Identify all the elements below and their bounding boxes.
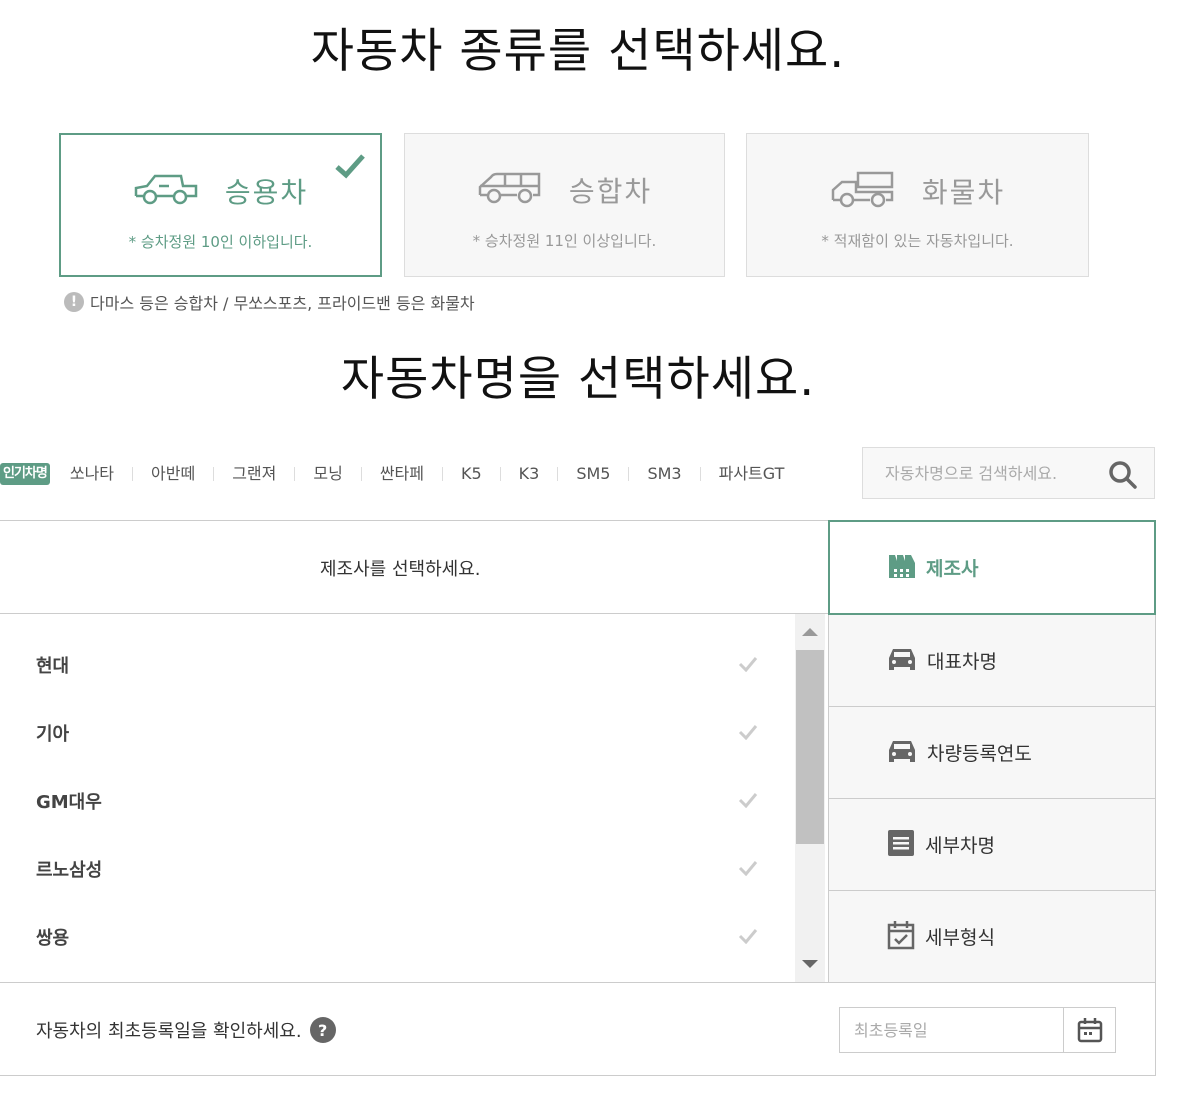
scroll-up-arrow-icon[interactable] — [802, 628, 818, 636]
step-label: 세부차명 — [925, 835, 995, 857]
popular-badge: 인기차명 — [0, 463, 50, 485]
maker-item[interactable]: 현대 — [36, 652, 69, 678]
calendar-check-icon — [887, 920, 915, 954]
maker-list-scrollbar[interactable] — [795, 614, 825, 982]
car-type-notice: ! 다마스 등은 승합차 / 무쏘스포츠, 프라이드밴 등은 화물차 — [64, 290, 475, 314]
maker-prompt: 제조사를 선택하세요. — [320, 559, 481, 580]
car-name-search — [862, 447, 1155, 499]
car-type-card-van[interactable]: 승합차 * 승차정원 11인 이상입니다. — [404, 133, 725, 277]
popular-model-link[interactable]: K5 — [441, 466, 500, 482]
scrollbar-thumb[interactable] — [796, 650, 824, 844]
help-icon[interactable]: ? — [309, 1017, 336, 1043]
step-tab-maker[interactable]: 제조사 — [828, 520, 1156, 615]
calendar-icon[interactable] — [1063, 1008, 1115, 1052]
car-type-card-passenger[interactable]: 승용차 * 승차정원 10인 이하입니다. — [59, 133, 382, 277]
car-type-label: 승용차 — [224, 176, 309, 209]
check-icon — [738, 860, 758, 880]
maker-item[interactable]: 기아 — [36, 720, 69, 746]
popular-model-link[interactable]: K3 — [499, 466, 558, 482]
step-tab-year[interactable]: 차량등록연도 — [828, 707, 1156, 799]
registration-date-input[interactable] — [840, 1008, 1064, 1052]
maker-item[interactable]: 쌍용 — [36, 924, 69, 950]
popular-model-link[interactable]: 아반떼 — [132, 466, 213, 482]
check-icon — [738, 724, 758, 744]
van-icon — [477, 171, 543, 209]
car-type-card-truck[interactable]: 화물차 * 적재함이 있는 자동차입니다. — [746, 133, 1089, 277]
sedan-icon — [133, 172, 199, 210]
checkmark-icon — [334, 153, 366, 183]
list-icon — [887, 829, 915, 861]
maker-item[interactable]: 르노삼성 — [36, 856, 102, 882]
registration-date-row: 자동차의 최초등록일을 확인하세요. ? — [0, 982, 1156, 1076]
exclamation-icon: ! — [64, 292, 84, 312]
truck-icon — [830, 170, 896, 212]
popular-model-link[interactable]: 그랜져 — [213, 466, 294, 482]
search-input[interactable] — [863, 448, 1103, 498]
step-label: 세부형식 — [925, 927, 995, 949]
step-tab-detail-type[interactable]: 세부형식 — [828, 891, 1156, 983]
step-label: 대표차명 — [927, 651, 997, 673]
maker-prompt-header: 제조사를 선택하세요. — [0, 520, 828, 614]
maker-item[interactable]: GM대우 — [36, 788, 102, 814]
car-type-desc: * 적재함이 있는 자동차입니다. — [821, 232, 1014, 250]
page-title-car-name: 자동차명을 선택하세요. — [340, 352, 816, 407]
step-label: 제조사 — [926, 558, 979, 580]
popular-model-link[interactable]: SM5 — [557, 466, 628, 482]
registration-question: 자동차의 최초등록일을 확인하세요. ? — [36, 1017, 336, 1043]
search-icon[interactable] — [1108, 460, 1138, 494]
car-type-label: 승합차 — [568, 175, 653, 208]
popular-model-link[interactable]: SM3 — [628, 466, 699, 482]
check-icon — [738, 792, 758, 812]
popular-model-link[interactable]: 싼타페 — [360, 466, 442, 482]
car-type-label: 화물차 — [921, 176, 1006, 209]
popular-model-link[interactable]: 모닝 — [294, 466, 360, 482]
registration-date-field — [839, 1007, 1116, 1053]
popular-model-link[interactable]: 쏘나타 — [70, 466, 132, 482]
check-icon — [738, 656, 758, 676]
maker-list: 현대 기아 GM대우 르노삼성 쌍용 — [0, 614, 794, 982]
step-tab-detail-name[interactable]: 세부차명 — [828, 799, 1156, 891]
check-icon — [738, 928, 758, 948]
car-type-desc: * 승차정원 10인 이하입니다. — [128, 233, 313, 251]
popular-model-link[interactable]: 파사트GT — [699, 466, 803, 482]
page-title-car-type: 자동차 종류를 선택하세요. — [310, 24, 846, 79]
step-label: 차량등록연도 — [927, 743, 1032, 765]
car-type-desc: * 승차정원 11인 이상입니다. — [472, 232, 657, 250]
step-tab-model[interactable]: 대표차명 — [828, 615, 1156, 707]
registration-question-text: 자동차의 최초등록일을 확인하세요. — [36, 1021, 302, 1042]
popular-models-bar: 인기차명 쏘나타 아반떼 그랜져 모닝 싼타페 K5 K3 SM5 SM3 파사… — [0, 462, 802, 486]
factory-icon — [888, 553, 916, 583]
car-front-icon — [887, 646, 917, 676]
notice-text: 다마스 등은 승합차 / 무쏘스포츠, 프라이드밴 등은 화물차 — [90, 294, 475, 313]
scroll-down-arrow-icon[interactable] — [802, 960, 818, 968]
car-front-icon — [887, 738, 917, 768]
